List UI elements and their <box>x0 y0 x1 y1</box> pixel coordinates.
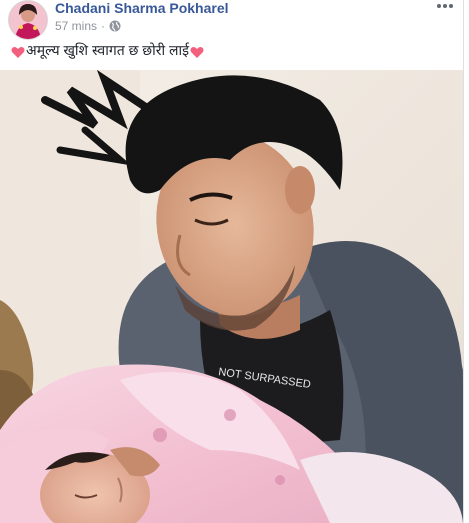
avatar-image <box>9 1 47 39</box>
author-name-link[interactable]: Chadani Sharma Pokharel <box>55 0 229 17</box>
more-options-icon[interactable] <box>435 0 455 14</box>
post-header: Chadani Sharma Pokharel 57 mins · अमूल्य… <box>0 0 463 70</box>
author-avatar[interactable] <box>8 0 48 40</box>
caption-text: अमूल्य खुशि स्वागत छ छोरी लाई <box>26 42 189 58</box>
facebook-post: Chadani Sharma Pokharel 57 mins · अमूल्य… <box>0 0 464 523</box>
globe-icon[interactable] <box>109 20 121 32</box>
post-meta: 57 mins · <box>55 19 121 33</box>
meta-separator: · <box>101 19 106 33</box>
heart-icon <box>190 44 204 58</box>
post-timestamp[interactable]: 57 mins <box>55 19 97 33</box>
post-photo[interactable]: NOT SURPASSED <box>0 70 463 523</box>
post-caption: अमूल्य खुशि स्वागत छ छोरी लाई <box>10 40 205 60</box>
heart-icon <box>11 44 25 58</box>
father-holding-newborn-photo: NOT SURPASSED <box>0 70 463 523</box>
